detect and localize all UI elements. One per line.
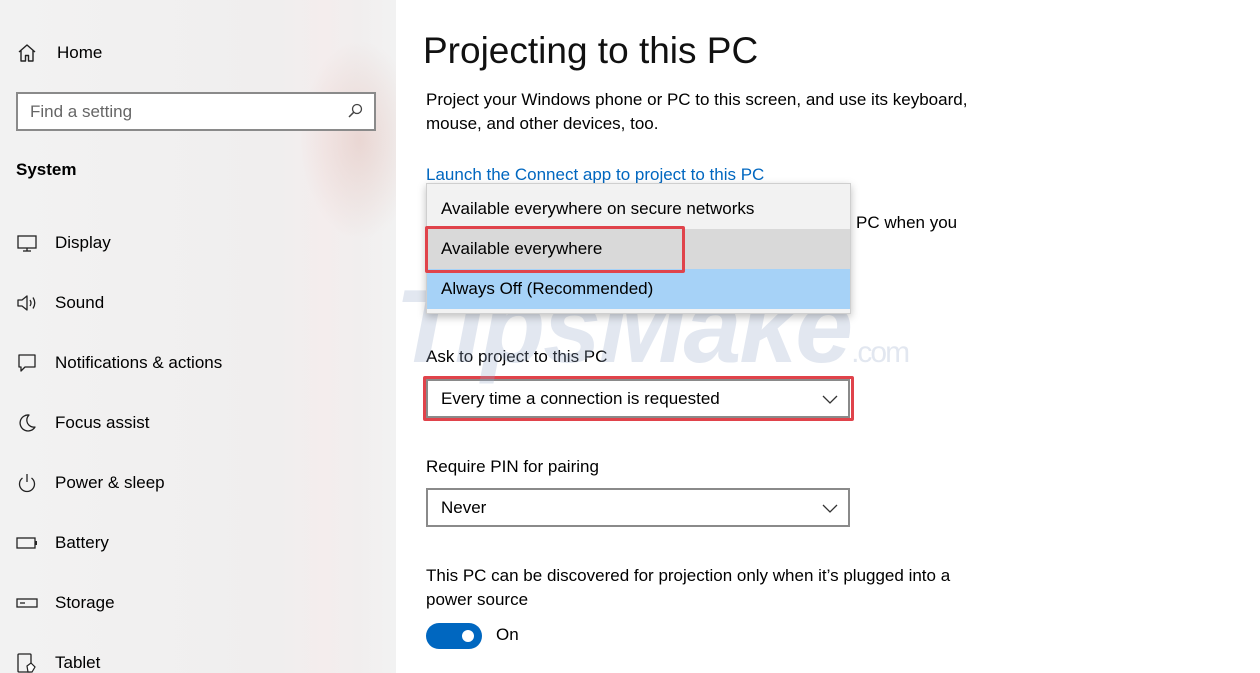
ask-to-project-label: Ask to project to this PC xyxy=(426,347,608,366)
sound-icon xyxy=(17,295,36,311)
sidebar-item-label: Battery xyxy=(55,533,109,552)
option-label: Always Off (Recommended) xyxy=(441,279,654,298)
require-pin-value: Never xyxy=(441,498,487,517)
search-box[interactable] xyxy=(16,92,376,131)
focus-assist-icon xyxy=(19,414,36,432)
section-title: System xyxy=(16,160,77,179)
plugged-in-toggle[interactable] xyxy=(426,623,482,649)
sidebar-item-label: Focus assist xyxy=(55,413,150,432)
require-pin-select[interactable]: Never xyxy=(426,488,850,527)
main-panel: Projecting to this PC Project your Windo… xyxy=(396,0,1260,673)
launch-connect-link[interactable]: Launch the Connect app to project to thi… xyxy=(426,165,764,185)
chevron-down-icon xyxy=(822,504,838,513)
sidebar-item-display[interactable]: Display xyxy=(0,223,396,263)
search-input[interactable] xyxy=(30,101,330,123)
availability-text-partial: PC when you xyxy=(856,213,958,232)
sidebar-item-label: Tablet xyxy=(55,653,101,672)
sidebar-item-power-sleep[interactable]: Power & sleep xyxy=(0,463,396,503)
sidebar-item-tablet[interactable]: Tablet xyxy=(0,643,396,673)
toggle-state-label: On xyxy=(496,625,519,644)
sidebar-item-label: Display xyxy=(55,233,111,252)
toggle-knob xyxy=(462,630,474,642)
tablet-icon xyxy=(17,653,36,673)
sidebar-item-sound[interactable]: Sound xyxy=(0,283,396,323)
option-always-off[interactable]: Always Off (Recommended) xyxy=(427,269,850,309)
sidebar-item-label: Sound xyxy=(55,293,105,312)
discoverable-text: This PC can be discovered for projection… xyxy=(426,566,951,609)
sidebar-item-label: Storage xyxy=(55,593,115,612)
highlight-box xyxy=(425,226,685,273)
sidebar: Home System Display Sound Notifications … xyxy=(0,0,420,673)
display-icon xyxy=(17,235,37,252)
option-secure-networks[interactable]: Available everywhere on secure networks xyxy=(427,189,850,229)
sidebar-item-label: Notifications & actions xyxy=(55,353,223,372)
sidebar-item-battery[interactable]: Battery xyxy=(0,523,396,563)
page-title: Projecting to this PC xyxy=(423,30,759,71)
home-nav-item[interactable]: Home xyxy=(16,38,102,68)
power-icon xyxy=(18,474,36,493)
notifications-icon xyxy=(18,354,36,372)
home-label: Home xyxy=(57,43,103,62)
highlight-box xyxy=(423,376,854,421)
storage-icon xyxy=(16,598,38,608)
search-icon[interactable] xyxy=(346,102,364,120)
battery-icon xyxy=(16,537,37,549)
require-pin-label: Require PIN for pairing xyxy=(426,457,599,476)
sidebar-item-notifications[interactable]: Notifications & actions xyxy=(0,343,396,383)
sidebar-item-label: Power & sleep xyxy=(55,473,165,492)
sidebar-item-storage[interactable]: Storage xyxy=(0,583,396,623)
sidebar-item-focus-assist[interactable]: Focus assist xyxy=(0,403,396,443)
option-label: Available everywhere on secure networks xyxy=(441,199,755,218)
page-description: Project your Windows phone or PC to this… xyxy=(426,90,968,133)
home-icon xyxy=(18,44,36,62)
